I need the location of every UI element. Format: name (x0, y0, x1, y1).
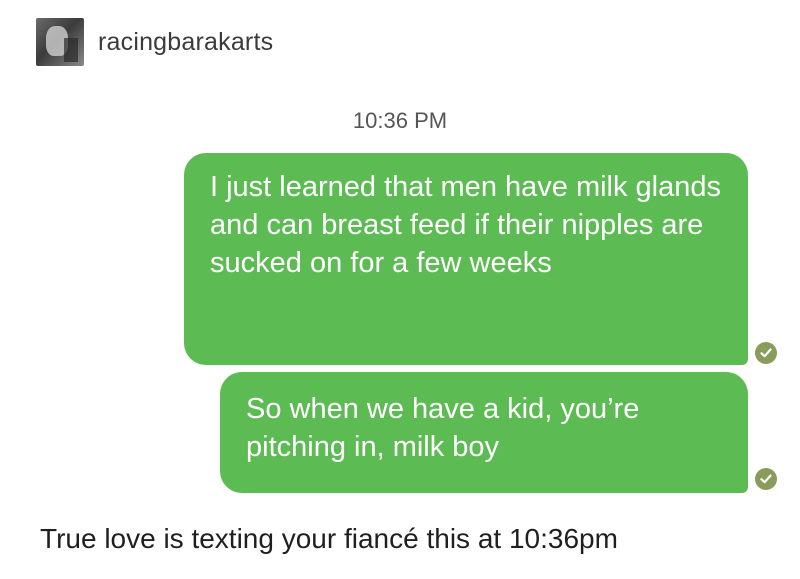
message-bubble: So when we have a kid, you’re pitching i… (220, 372, 748, 493)
avatar[interactable] (36, 18, 84, 66)
message-text: I just learned that men have milk glands… (210, 171, 721, 279)
post-caption: True love is texting your fiancé this at… (40, 523, 618, 554)
message-timestamp: 10:36 PM (352, 108, 448, 133)
post-header: racingbarakarts (36, 18, 273, 66)
read-checkmark-icon (755, 468, 777, 490)
message-bubble: I just learned that men have milk glands… (184, 153, 748, 365)
read-checkmark-icon (755, 342, 777, 364)
avatar-shadow (64, 38, 78, 62)
username[interactable]: racingbarakarts (98, 28, 273, 57)
message-text: So when we have a kid, you’re pitching i… (246, 393, 640, 463)
